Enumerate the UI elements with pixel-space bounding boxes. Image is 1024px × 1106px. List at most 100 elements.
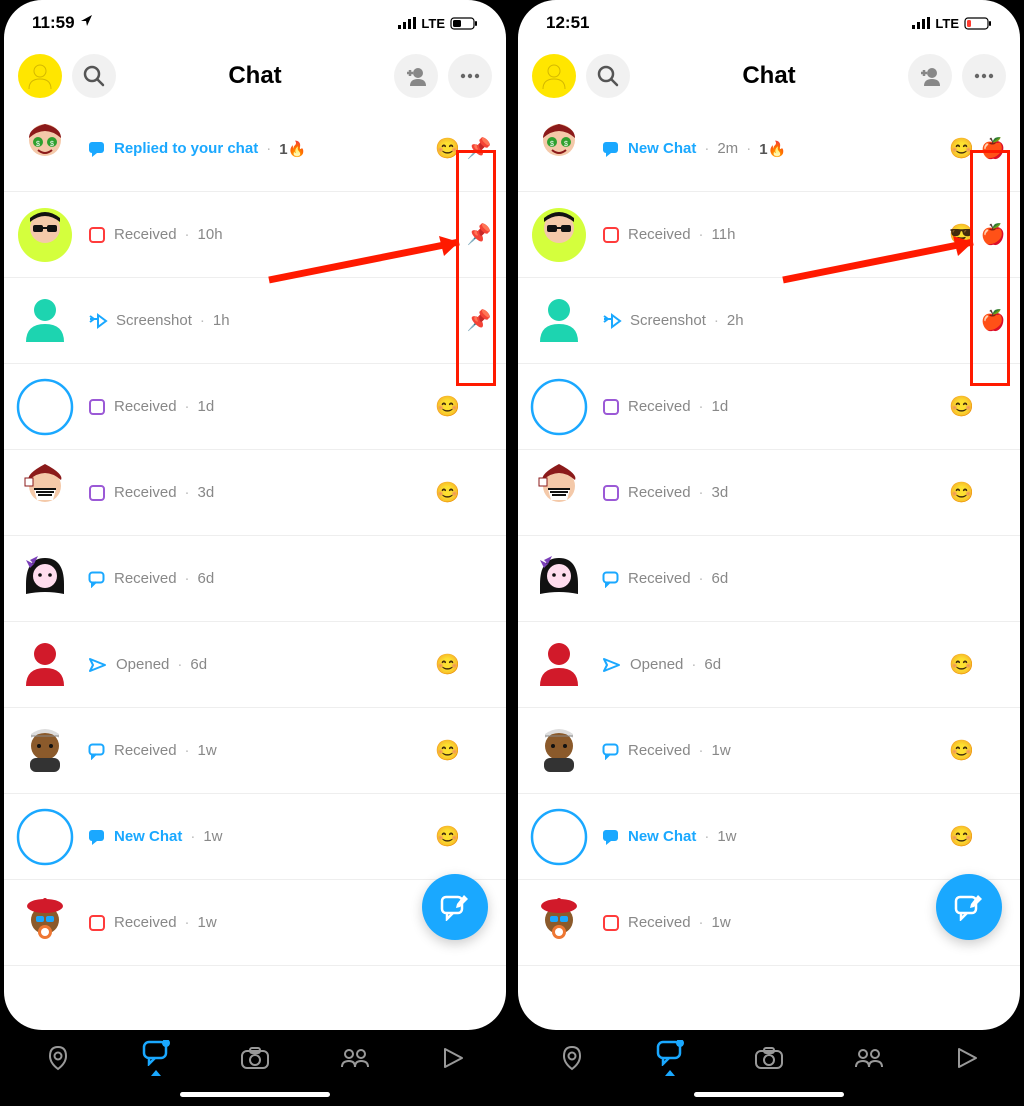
status-icon (88, 140, 106, 158)
avatar[interactable] (16, 722, 74, 780)
chat-row[interactable]: Received·6d (4, 536, 506, 622)
avatar[interactable] (16, 292, 74, 350)
row-time: 1w (203, 828, 222, 845)
avatar[interactable]: $$ (16, 120, 74, 178)
more-button[interactable] (448, 54, 492, 98)
chat-row[interactable]: Received·1w 😊 (4, 708, 506, 794)
chat-header: Chat (4, 46, 506, 106)
svg-text:$: $ (564, 141, 568, 148)
row-status-text: Replied to your chat (114, 140, 258, 157)
row-meta: Opened·6d (74, 656, 435, 673)
add-friend-button[interactable] (908, 54, 952, 98)
nav-chat[interactable] (656, 1040, 684, 1076)
row-meta: Received·1w (74, 742, 435, 760)
row-status-text: Received (114, 226, 177, 243)
avatar[interactable] (16, 636, 74, 694)
avatar[interactable] (530, 550, 588, 608)
avatar[interactable] (530, 378, 588, 436)
row-time: 6d (190, 656, 207, 673)
nav-stories[interactable] (340, 1047, 370, 1069)
nav-camera[interactable] (240, 1046, 270, 1070)
avatar[interactable] (16, 808, 74, 866)
more-button[interactable] (962, 54, 1006, 98)
chat-header: Chat (518, 46, 1020, 106)
chat-row[interactable]: $$ Replied to your chat·1🔥 😊 📌 (4, 106, 506, 192)
row-status-text: Received (628, 570, 691, 587)
chat-row[interactable]: Opened·6d 😊 (518, 622, 1020, 708)
avatar[interactable]: $$ (530, 120, 588, 178)
avatar[interactable] (16, 464, 74, 522)
row-meta: New Chat·1w (74, 828, 435, 846)
chat-row[interactable]: New Chat·1w 😊 (518, 794, 1020, 880)
screen: 12:51 LTE Chat (518, 0, 1020, 1030)
chat-row[interactable]: Received·3d 😊 (4, 450, 506, 536)
avatar[interactable] (530, 292, 588, 350)
avatar[interactable] (530, 808, 588, 866)
status-icon (602, 657, 622, 673)
new-chat-fab[interactable] (422, 874, 488, 940)
status-icon (602, 398, 620, 416)
row-status-text: Received (628, 914, 691, 931)
header-title: Chat (640, 62, 898, 90)
chat-row[interactable]: New Chat·1w 😊 (4, 794, 506, 880)
nav-map[interactable] (45, 1045, 71, 1071)
search-button[interactable] (586, 54, 630, 98)
avatar[interactable] (16, 378, 74, 436)
row-time: 11h (712, 226, 736, 243)
chat-row[interactable]: Screenshot·1h 📌 (4, 278, 506, 364)
nav-spotlight[interactable] (441, 1046, 465, 1070)
avatar[interactable] (530, 722, 588, 780)
chat-row[interactable]: Screenshot·2h 🍎 (518, 278, 1020, 364)
pin-emoji: 🍎 (978, 136, 1008, 161)
row-status-text: Received (114, 570, 177, 587)
avatar[interactable] (530, 206, 588, 264)
status-icon (88, 570, 106, 588)
chat-row[interactable]: Received·1d 😊 (518, 364, 1020, 450)
friend-emoji: 😊 (435, 136, 460, 161)
row-time: 1w (198, 742, 217, 759)
battery-icon (964, 17, 992, 30)
row-status-text: Received (628, 742, 691, 759)
status-bar: 12:51 LTE (518, 0, 1020, 46)
nav-stories[interactable] (854, 1047, 884, 1069)
avatar[interactable] (530, 464, 588, 522)
row-time: 3d (198, 484, 215, 501)
row-time: 6d (198, 570, 215, 587)
row-meta: Received·1w (588, 914, 974, 932)
avatar[interactable] (530, 636, 588, 694)
row-meta: New Chat·2m·1🔥 (588, 140, 949, 158)
svg-text:$: $ (550, 141, 554, 148)
chat-row[interactable]: Received·3d 😊 (518, 450, 1020, 536)
home-indicator (694, 1092, 844, 1097)
avatar[interactable] (530, 894, 588, 952)
status-icon (602, 226, 620, 244)
chat-row[interactable]: Received·11h 😎 🍎 (518, 192, 1020, 278)
status-icon (88, 226, 106, 244)
avatar[interactable] (16, 550, 74, 608)
row-time: 1d (198, 398, 215, 415)
chat-row[interactable]: $$ New Chat·2m·1🔥 😊 🍎 (518, 106, 1020, 192)
new-chat-fab[interactable] (936, 874, 1002, 940)
row-status-text: Received (114, 914, 177, 931)
avatar[interactable] (16, 894, 74, 952)
profile-button[interactable] (532, 54, 576, 98)
chat-row[interactable]: Received·1d 😊 (4, 364, 506, 450)
chat-row[interactable]: Received·1w 😊 (518, 708, 1020, 794)
nav-chat[interactable] (142, 1040, 170, 1076)
profile-button[interactable] (18, 54, 62, 98)
signal-icon (912, 17, 930, 29)
row-time: 10h (198, 226, 223, 243)
avatar[interactable] (16, 206, 74, 264)
add-friend-button[interactable] (394, 54, 438, 98)
row-time: 6d (712, 570, 729, 587)
chat-row[interactable]: Received·6d (518, 536, 1020, 622)
chat-row[interactable]: Opened·6d 😊 (4, 622, 506, 708)
search-button[interactable] (72, 54, 116, 98)
status-bar: 11:59 LTE (4, 0, 506, 46)
chat-row[interactable]: Received·10h 📌 (4, 192, 506, 278)
nav-camera[interactable] (754, 1046, 784, 1070)
nav-spotlight[interactable] (955, 1046, 979, 1070)
friend-emoji: 😎 (949, 222, 974, 247)
nav-map[interactable] (559, 1045, 585, 1071)
svg-text:$: $ (50, 141, 54, 148)
